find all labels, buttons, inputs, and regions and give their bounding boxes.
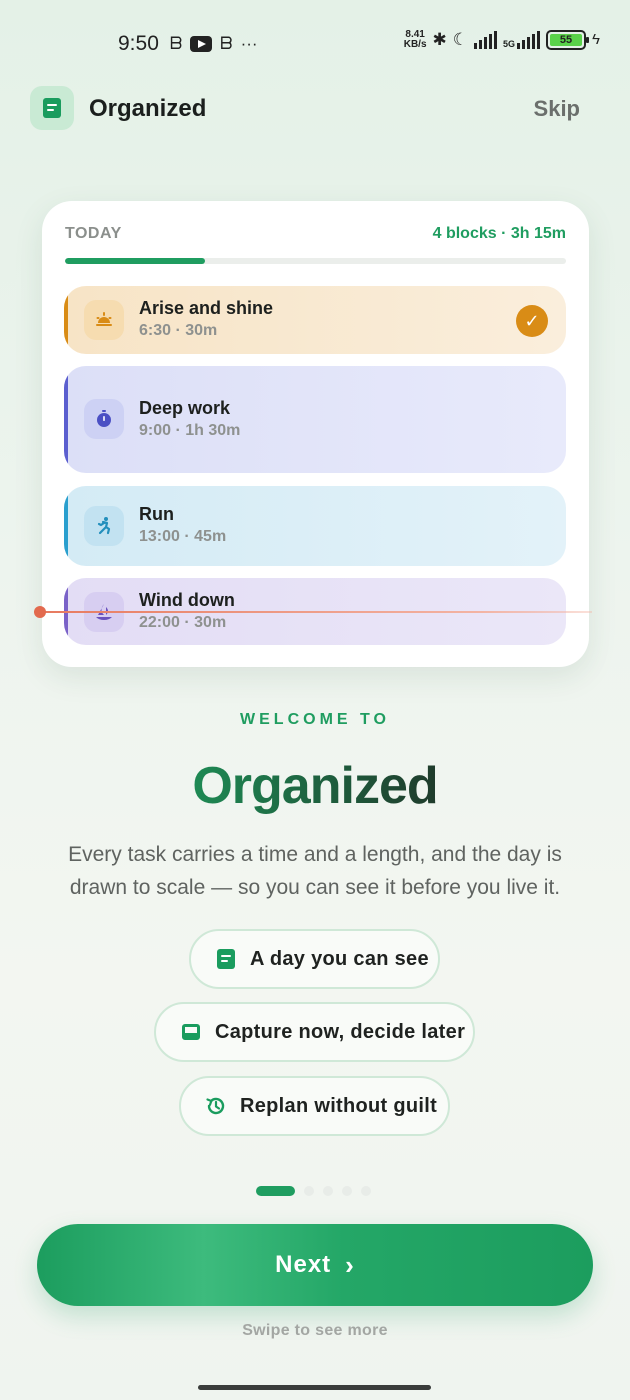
skip-button[interactable]: Skip [534,96,580,122]
page-indicator [256,1186,371,1196]
doc-icon [215,948,237,970]
youtube-icon [190,36,213,52]
status-left-icons: ᗷ ᗷ ··· [170,34,258,54]
time-block-run[interactable]: Run 13:00 · 45m [64,486,566,566]
timer-icon [84,399,124,439]
block-title: Arise and shine [139,298,274,318]
time-block-arise[interactable]: Arise and shine 6:30 · 30m ✓ [64,286,566,354]
history-icon [205,1095,227,1117]
swipe-hint: Swipe to see more [242,1322,388,1339]
current-time-dot [34,606,46,618]
welcome-eyebrow: WELCOME TO [240,711,390,728]
b-icon: ᗷ [170,34,183,53]
status-time: 9:50 [118,32,159,55]
status-bar: 9:50 ᗷ ᗷ ··· 8.41 KB/s ✱ ☾ 5G 55 ϟ [0,0,630,88]
today-preview-card: TODAY 4 blocks · 3h 15m Arise and shine … [42,201,589,667]
next-button-label: Next [275,1251,332,1278]
feature-pill-capture[interactable]: Capture now, decide later [154,1002,475,1062]
page-dot[interactable] [304,1186,314,1196]
time-block-deep-work[interactable]: Deep work 9:00 · 1h 30m [64,366,566,473]
page-dot[interactable] [323,1186,333,1196]
hero-title: Organized [0,756,630,816]
block-title: Deep work [139,398,231,418]
block-meta: 6:30 · 30m [139,322,218,339]
block-meta: 9:00 · 1h 30m [139,422,241,439]
feature-pill-day-view[interactable]: A day you can see [189,929,440,989]
battery-level: 55 [550,34,583,46]
check-icon[interactable]: ✓ [516,305,548,337]
block-meta: 22:00 · 30m [139,614,227,631]
charging-icon: ϟ [592,31,600,48]
app-header: Organized Skip [30,86,580,132]
block-color-bar [64,366,68,473]
feature-pill-replan[interactable]: Replan without guilt [179,1076,450,1136]
run-icon [84,506,124,546]
page-dot[interactable] [342,1186,352,1196]
block-meta: 13:00 · 45m [139,528,227,545]
app-name: Organized [89,95,207,122]
battery-icon: 55 [546,30,590,50]
day-progress-bar [65,258,566,264]
feature-label: Replan without guilt [240,1094,438,1117]
block-title: Run [139,504,174,524]
signal-icon [474,31,498,49]
today-summary: 4 blocks · 3h 15m [432,225,566,242]
home-indicator[interactable] [198,1385,431,1390]
block-color-bar [64,286,68,354]
feature-label: Capture now, decide later [215,1020,466,1043]
inbox-tray-icon [180,1021,202,1043]
feature-label: A day you can see [250,947,429,970]
hero-description: Every task carries a time and a length, … [68,843,562,899]
chevron-right-icon: › [345,1250,355,1280]
current-time-line [40,611,592,613]
doc-icon [43,98,61,118]
more-dots-icon: ··· [240,34,258,53]
status-right-icons: 8.41 KB/s ✱ ☾ 5G 55 ϟ [404,30,600,50]
moon-icon: ☾ [452,30,469,49]
signal-icon [517,31,541,49]
network-speed: 8.41 KB/s [403,29,427,50]
app-logo [30,86,74,130]
bluetooth-icon: ✱ [432,30,447,49]
page-dot[interactable] [256,1186,295,1196]
sunrise-icon [84,300,124,340]
block-title: Wind down [139,590,235,610]
day-progress-fill [65,258,206,264]
b-icon: ᗷ [220,34,233,53]
today-label: TODAY [65,225,122,242]
page-dot[interactable] [361,1186,371,1196]
network-type: 5G [503,39,516,49]
next-button[interactable]: Next › [37,1224,593,1306]
block-color-bar [64,486,68,566]
